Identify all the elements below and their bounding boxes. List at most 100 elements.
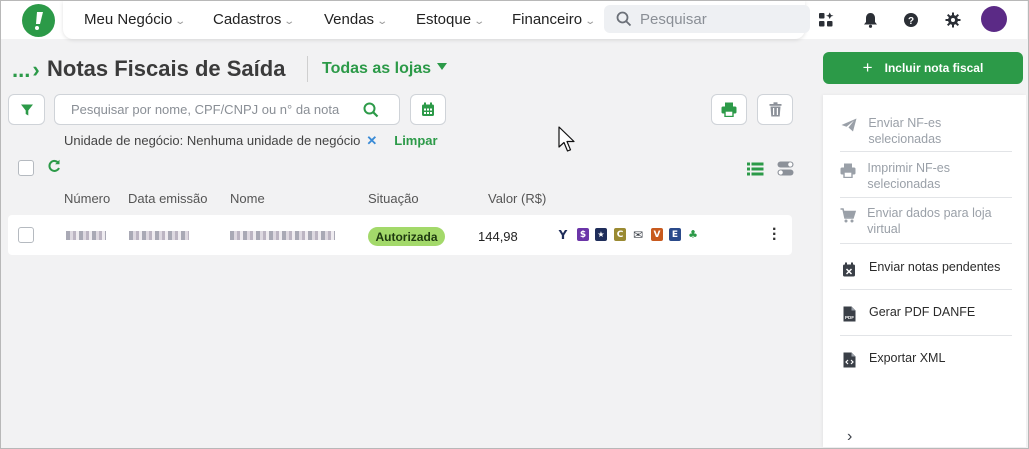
nav-label: Estoque — [416, 11, 472, 28]
column-header-name[interactable]: Nome — [230, 191, 265, 206]
top-bar: Meu Negócio ⌄ Cadastros ⌄ Vendas ⌄ Estoque ⌄… — [1, 1, 1027, 39]
nav-cadastros[interactable]: Cadastros ⌄ — [213, 11, 295, 28]
e-icon[interactable]: E — [669, 228, 681, 241]
help-icon[interactable]: ? — [902, 11, 920, 29]
c-icon[interactable]: C — [614, 228, 626, 241]
bell-icon[interactable] — [861, 11, 879, 29]
divider — [840, 197, 1012, 198]
add-invoice-label: Incluir nota fiscal — [884, 61, 984, 75]
dollar-icon[interactable]: $ — [577, 228, 589, 241]
status-badge: Autorizada — [368, 227, 445, 246]
chevron-right-icon: › — [32, 57, 40, 82]
print-icon — [840, 161, 856, 179]
gear-icon[interactable] — [944, 11, 962, 29]
search-icon — [616, 11, 632, 27]
nav-label: Cadastros — [213, 11, 282, 28]
breadcrumb-ellipsis: ... — [12, 57, 31, 82]
delete-button[interactable] — [757, 94, 793, 125]
nav-vendas[interactable]: Vendas ⌄ — [324, 11, 389, 28]
notes-search-input[interactable] — [71, 102, 361, 117]
chevron-down-icon: ⌄ — [584, 16, 597, 27]
divider — [840, 335, 1012, 336]
column-header-number[interactable]: Número — [64, 191, 110, 206]
breadcrumb[interactable]: ...› — [12, 57, 40, 83]
svg-text:PDF: PDF — [845, 315, 854, 320]
add-invoice-button[interactable]: + Incluir nota fiscal — [823, 52, 1023, 84]
remove-filter-icon[interactable]: ✕ — [366, 133, 377, 148]
active-filter-text: Unidade de negócio: Nenhuma unidade de n… — [64, 133, 361, 148]
notes-search[interactable] — [54, 94, 400, 125]
column-header-status[interactable]: Situação — [368, 191, 419, 206]
nav-financeiro[interactable]: Financeiro ⌄ — [512, 11, 597, 28]
list-view-icon[interactable] — [747, 162, 764, 181]
send-selected-action[interactable]: Enviar NF-es selecionadas — [840, 115, 1012, 147]
apps-icon[interactable] — [817, 11, 835, 29]
actions-panel: Enviar NF-es selecionadas Imprimir NF-es… — [823, 95, 1026, 447]
filter-icon — [20, 104, 33, 115]
y-cart-icon[interactable]: Y — [557, 228, 569, 242]
redacted-number — [66, 231, 106, 240]
expand-panel-chevron-icon[interactable]: › — [847, 428, 852, 446]
row-checkbox[interactable] — [18, 227, 34, 243]
chevron-down-icon: ⌄ — [174, 16, 187, 27]
toggle-columns-icon[interactable] — [777, 161, 794, 181]
active-filter: Unidade de negócio: Nenhuma unidade de n… — [64, 133, 438, 149]
send-to-store-label: Enviar dados para loja virtual — [867, 206, 992, 236]
calendar-x-icon — [840, 260, 858, 278]
generate-danfe-action[interactable]: PDF Gerar PDF DANFE — [840, 304, 1012, 323]
send-pending-label: Enviar notas pendentes — [869, 260, 1001, 274]
caret-down-icon — [437, 63, 448, 70]
export-xml-label: Exportar XML — [869, 351, 946, 365]
row-value: 144,98 — [478, 229, 518, 244]
row-menu-icon[interactable]: · · · — [772, 222, 777, 248]
star-badge-icon[interactable]: ★ — [595, 228, 607, 241]
print-button[interactable] — [711, 94, 747, 125]
column-header-value[interactable]: Valor (R$) — [488, 191, 546, 206]
nav-estoque[interactable]: Estoque ⌄ — [416, 11, 486, 28]
print-selected-label: Imprimir NF-es selecionadas — [867, 161, 950, 191]
avatar[interactable] — [981, 6, 1007, 32]
send-pending-action[interactable]: Enviar notas pendentes — [840, 259, 1012, 278]
date-filter-button[interactable] — [410, 94, 446, 125]
send-selected-label: Enviar NF-es selecionadas — [868, 116, 942, 146]
store-selector[interactable]: Todas as lojas — [322, 60, 448, 78]
nav-label: Meu Negócio — [84, 11, 173, 28]
header-divider — [307, 56, 308, 82]
divider — [840, 243, 1012, 244]
cart-icon — [840, 206, 857, 224]
generate-danfe-label: Gerar PDF DANFE — [869, 305, 976, 319]
filter-button[interactable] — [8, 94, 45, 125]
table-row[interactable]: Autorizada 144,98 Y $ ★ C ✉ V E ♣ · · · — [8, 215, 792, 255]
svg-text:?: ? — [908, 16, 914, 27]
app-logo-icon[interactable] — [22, 4, 55, 37]
column-header-issue-date[interactable]: Data emissão — [128, 191, 207, 206]
print-selected-action[interactable]: Imprimir NF-es selecionadas — [840, 160, 1012, 192]
page-title: Notas Fiscais de Saída — [47, 56, 286, 81]
refresh-icon[interactable] — [47, 159, 61, 178]
leaf-icon[interactable]: ♣ — [687, 228, 699, 241]
print-icon — [721, 102, 737, 117]
divider — [840, 151, 1012, 152]
store-selector-label: Todas as lojas — [322, 60, 432, 77]
chevron-down-icon: ⌄ — [473, 16, 486, 27]
envelope-icon[interactable]: ✉ — [632, 228, 644, 242]
trash-icon — [769, 102, 781, 117]
v-icon[interactable]: V — [651, 228, 663, 241]
redacted-date — [129, 231, 189, 240]
global-search[interactable] — [604, 5, 810, 33]
export-xml-action[interactable]: Exportar XML — [840, 350, 1012, 369]
redacted-name — [230, 231, 335, 240]
nav-label: Vendas — [324, 11, 375, 28]
clear-filters-link[interactable]: Limpar — [394, 133, 437, 148]
pdf-icon: PDF — [840, 305, 858, 323]
search-icon[interactable] — [363, 102, 379, 118]
plus-icon: + — [862, 58, 873, 77]
send-icon — [840, 116, 857, 134]
nav-label: Financeiro — [512, 11, 583, 28]
divider — [840, 289, 1012, 290]
send-to-store-action[interactable]: Enviar dados para loja virtual — [840, 205, 1012, 237]
select-all-checkbox[interactable] — [18, 160, 34, 176]
chevron-down-icon: ⌄ — [376, 16, 389, 27]
nav-meu-negocio[interactable]: Meu Negócio ⌄ — [84, 11, 187, 28]
global-search-input[interactable] — [640, 10, 800, 28]
